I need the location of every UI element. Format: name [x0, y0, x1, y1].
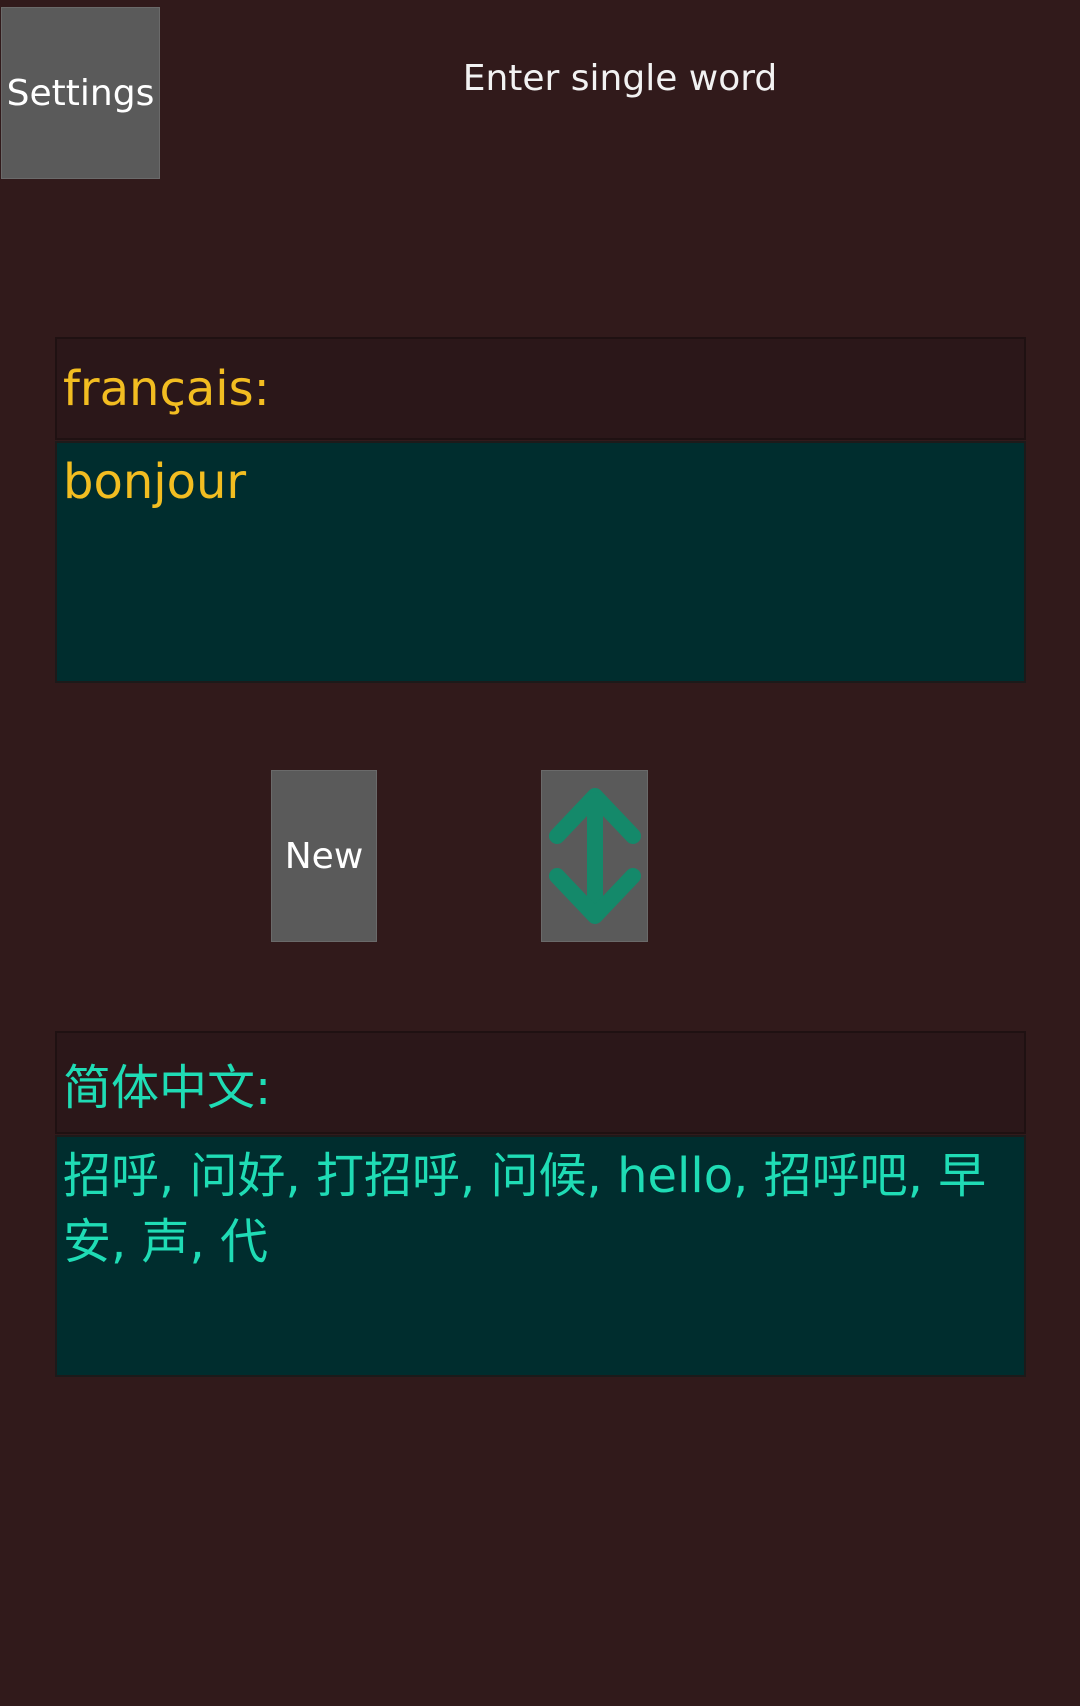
- settings-button[interactable]: Settings: [1, 7, 160, 179]
- source-language-label: français:: [55, 337, 1026, 440]
- new-button-label: New: [284, 835, 364, 877]
- swap-vertical-icon: [548, 788, 641, 924]
- source-text-input[interactable]: bonjour: [55, 441, 1026, 683]
- settings-button-label: Settings: [6, 72, 155, 114]
- new-button[interactable]: New: [271, 770, 377, 942]
- swap-languages-button[interactable]: [541, 770, 648, 942]
- target-translations-output: 招呼, 问好, 打招呼, 问候, hello, 招呼吧, 早安, 声, 代: [55, 1135, 1026, 1377]
- target-language-label: 简体中文:: [55, 1031, 1026, 1134]
- input-hint: Enter single word: [462, 57, 778, 99]
